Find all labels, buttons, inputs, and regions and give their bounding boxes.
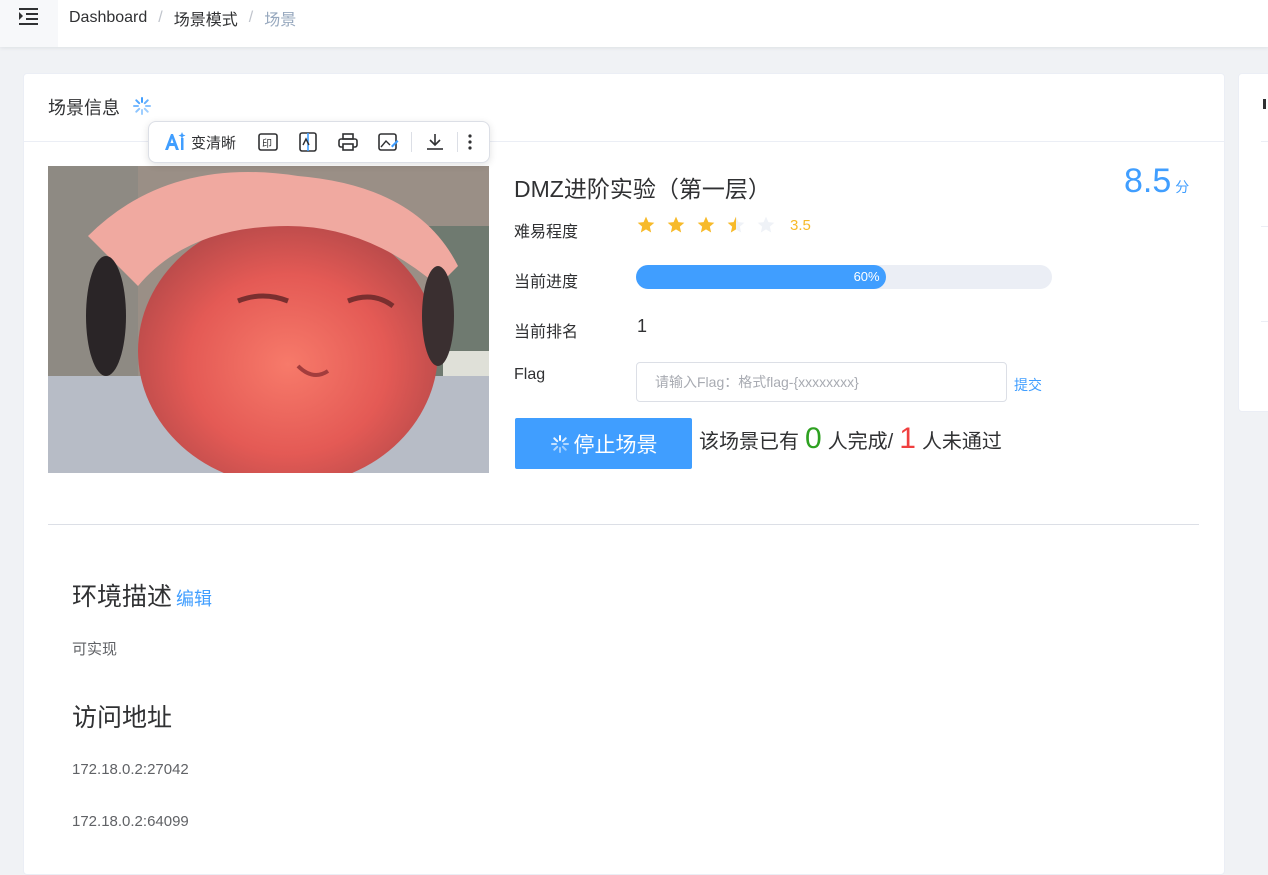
submit-flag-link[interactable]: 提交 bbox=[1014, 375, 1042, 395]
scene-score: 8.5 分 bbox=[1124, 162, 1189, 201]
description-text: 可实现 bbox=[72, 641, 118, 658]
completion-prefix: 该场景已有 bbox=[699, 431, 799, 453]
breadcrumb-separator: / bbox=[158, 9, 163, 26]
toolbar-separator bbox=[411, 132, 412, 152]
description-section-title: 环境描述 编辑 bbox=[72, 577, 212, 613]
card-title: 场景信息 bbox=[48, 98, 120, 118]
breadcrumb-dashboard[interactable]: Dashboard bbox=[69, 9, 147, 27]
progress-bar-fill: 60% bbox=[636, 265, 886, 289]
progress-label: 当前进度 bbox=[514, 274, 579, 291]
more-icon bbox=[468, 134, 472, 150]
hamburger-icon bbox=[19, 8, 38, 25]
stop-scene-label: 停止场景 bbox=[573, 433, 658, 457]
flag-input[interactable] bbox=[636, 362, 1007, 402]
loading-icon bbox=[133, 97, 151, 115]
side-card bbox=[1238, 73, 1268, 412]
print-button[interactable] bbox=[337, 130, 359, 154]
score-value: 8.5 bbox=[1124, 162, 1172, 200]
access-address[interactable]: 172.18.0.2:27042 bbox=[72, 761, 189, 778]
breadcrumb-separator: / bbox=[248, 9, 254, 26]
rank-value: 1 bbox=[637, 316, 648, 336]
access-section-title: 访问地址 bbox=[72, 704, 173, 732]
score-unit: 分 bbox=[1175, 179, 1190, 195]
rank-label: 当前排名 bbox=[514, 324, 579, 341]
rating-value: 3.5 bbox=[790, 216, 811, 234]
toolbar-separator bbox=[457, 132, 458, 152]
difficulty-rating: 3.5 bbox=[636, 215, 811, 235]
difficulty-label: 难易程度 bbox=[514, 224, 579, 241]
star-icon bbox=[697, 216, 715, 233]
side-card-divider bbox=[1261, 141, 1268, 142]
enhance-label: 变清晰 bbox=[191, 134, 237, 152]
completion-mid: 人完成/ bbox=[827, 431, 894, 453]
top-navbar: Dashboard / 场景模式 / 场景 bbox=[0, 0, 1268, 47]
breadcrumb-scene-mode[interactable]: 场景模式 bbox=[174, 6, 238, 30]
completed-count: 0 bbox=[805, 422, 822, 455]
ai-enhance-icon bbox=[165, 132, 186, 150]
progress-bar: 60% bbox=[636, 265, 1052, 289]
sidebar-toggle-button[interactable] bbox=[0, 0, 58, 47]
edit-description-link[interactable]: 编辑 bbox=[176, 589, 212, 609]
side-card-divider bbox=[1261, 226, 1268, 227]
edit-image-button[interactable] bbox=[377, 130, 399, 154]
completion-suffix: 人未通过 bbox=[921, 431, 1002, 453]
failed-count: 1 bbox=[899, 422, 916, 455]
scene-image bbox=[48, 166, 489, 473]
breadcrumb-scene: 场景 bbox=[264, 12, 297, 29]
edit-image-icon bbox=[378, 133, 399, 151]
breadcrumb: Dashboard / 场景模式 / 场景 bbox=[69, 6, 296, 30]
side-card-title-fragment bbox=[1263, 96, 1268, 117]
download-button[interactable] bbox=[424, 130, 446, 154]
translate-button[interactable] bbox=[297, 130, 319, 154]
more-button[interactable] bbox=[465, 130, 475, 154]
stop-scene-button[interactable]: 停止场景 bbox=[515, 418, 692, 469]
svg-text:印: 印 bbox=[262, 138, 272, 150]
enhance-button[interactable]: 变清晰 bbox=[163, 130, 236, 154]
star-half-icon bbox=[727, 216, 745, 233]
progress-text: 60% bbox=[853, 269, 880, 284]
image-toolbar: 变清晰 印 bbox=[148, 121, 490, 163]
completion-stats: 该场景已有 0 人完成/1 人未通过 bbox=[699, 422, 1002, 456]
star-empty-icon bbox=[757, 216, 775, 233]
ocr-button[interactable]: 印 bbox=[257, 130, 279, 154]
star-icon bbox=[637, 216, 655, 233]
star-icon bbox=[667, 216, 685, 233]
ocr-text-icon: 印 bbox=[258, 133, 278, 151]
flag-label: Flag bbox=[514, 366, 546, 383]
scene-name: DMZ进阶实验（第一层） bbox=[514, 176, 771, 202]
side-card-divider bbox=[1261, 321, 1268, 322]
download-icon bbox=[427, 134, 443, 150]
translate-icon bbox=[299, 132, 317, 152]
access-address[interactable]: 172.18.0.2:64099 bbox=[72, 813, 189, 830]
description-title: 环境描述 bbox=[72, 583, 173, 611]
section-divider bbox=[48, 524, 1199, 525]
loading-icon bbox=[550, 434, 569, 453]
print-icon bbox=[338, 133, 358, 151]
